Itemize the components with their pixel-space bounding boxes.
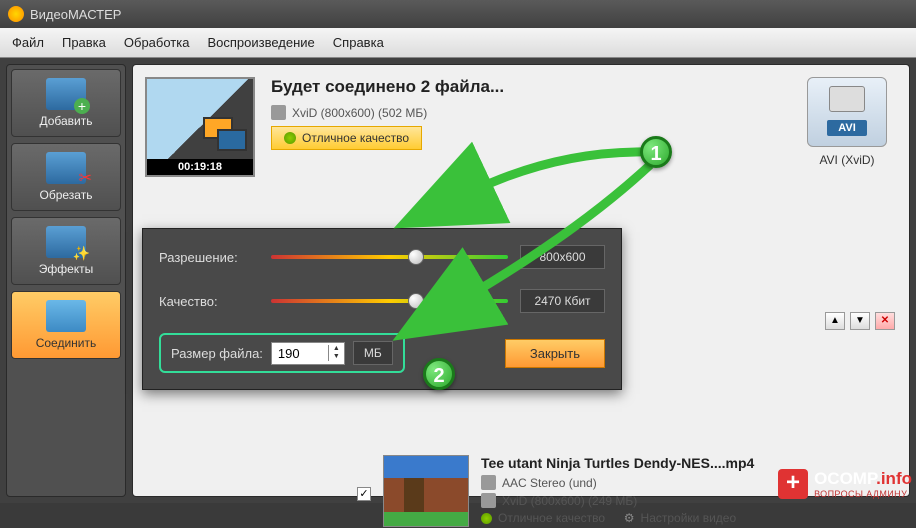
watermark: OCOMP.info ВОПРОСЫ АДМИНУ [778, 469, 912, 499]
video-info: XviD (800x600) (249 МБ) [502, 494, 637, 508]
slider-thumb[interactable] [408, 293, 424, 309]
filesize-spinner[interactable]: ▲ ▼ [271, 342, 345, 365]
settings-link[interactable]: Настройки видео [641, 511, 737, 525]
cursor-icon: ↖ [445, 308, 458, 328]
summary-title: Будет соединено 2 файла... [271, 77, 781, 97]
quality-text: Отличное качество [302, 131, 409, 145]
quality-slider[interactable] [271, 299, 508, 303]
annotation-marker-1: 1 [640, 136, 672, 168]
quality-dot-icon [284, 132, 296, 144]
combined-thumbnail[interactable]: 00:19:18 [145, 77, 255, 177]
resolution-label: Разрешение: [159, 250, 259, 265]
format-label: AVI (XviD) [797, 153, 897, 167]
effects-label: Эффекты [39, 262, 94, 276]
join-label: Соединить [36, 336, 97, 350]
app-logo-icon [8, 6, 24, 22]
menubar: Файл Правка Обработка Воспроизведение Сп… [0, 28, 916, 58]
move-up-button[interactable]: ▲ [825, 312, 845, 330]
watermark-brand: OCOMP [814, 469, 876, 488]
filesize-label: Размер файла: [171, 346, 263, 361]
resolution-value: 800x600 [520, 245, 605, 269]
sidebar: Добавить Обрезать Эффекты Соединить [6, 64, 126, 497]
titlebar: ВидеоМАСТЕР [0, 0, 916, 28]
move-down-button[interactable]: ▼ [850, 312, 870, 330]
watermark-tld: .info [876, 469, 912, 488]
quality-value: 2470 Кбит [520, 289, 605, 313]
row-controls: ▲ ▼ ✕ [825, 312, 895, 330]
spinner-up[interactable]: ▲ [329, 345, 344, 353]
output-format[interactable]: AVI AVI (XviD) [797, 77, 897, 177]
audio-icon [481, 475, 496, 490]
effects-button[interactable]: Эффекты [11, 217, 121, 285]
quality-text: Отличное качество [498, 511, 605, 525]
quality-panel: Разрешение: 800x600 Качество: 2470 Кбит … [142, 228, 622, 390]
codec-info: XviD (800x600) (502 МБ) [292, 106, 427, 120]
delete-button[interactable]: ✕ [875, 312, 895, 330]
duration-label: 00:19:18 [147, 159, 253, 175]
scissors-icon [46, 152, 86, 184]
wand-icon [46, 226, 86, 258]
film-icon [217, 129, 247, 151]
camera-icon [829, 86, 865, 112]
quality-badge[interactable]: Отличное качество [271, 126, 422, 150]
menu-help[interactable]: Справка [333, 35, 384, 50]
slider-thumb[interactable] [408, 249, 424, 265]
annotation-marker-2: 2 [423, 358, 455, 390]
file-title: Tee utant Ninja Turtles Dendy-NES....mp4 [481, 455, 754, 471]
join-button[interactable]: Соединить [11, 291, 121, 359]
video-thumbnail[interactable] [383, 455, 469, 527]
app-title: ВидеоМАСТЕР [30, 7, 121, 22]
row-checkbox[interactable]: ✓ [357, 487, 371, 501]
quality-label: Качество: [159, 294, 259, 309]
list-item: ✓ Tee utant Ninja Turtles Dendy-NES....m… [357, 455, 754, 528]
audio-info: AAC Stereo (und) [502, 476, 597, 490]
add-label: Добавить [39, 114, 92, 128]
filesize-group: Размер файла: ▲ ▼ МБ [159, 333, 405, 373]
summary-row: 00:19:18 Будет соединено 2 файла... XviD… [145, 77, 897, 177]
menu-file[interactable]: Файл [12, 35, 44, 50]
quality-dot-icon [481, 513, 492, 524]
watermark-icon [778, 469, 808, 499]
resolution-slider[interactable] [271, 255, 508, 259]
menu-process[interactable]: Обработка [124, 35, 190, 50]
format-tag: AVI [827, 120, 867, 136]
gear-icon: ⚙ [624, 511, 635, 525]
menu-edit[interactable]: Правка [62, 35, 106, 50]
add-icon [46, 78, 86, 110]
join-icon [46, 300, 86, 332]
spinner-down[interactable]: ▼ [329, 353, 344, 361]
video-icon [481, 493, 496, 508]
cut-label: Обрезать [40, 188, 93, 202]
menu-playback[interactable]: Воспроизведение [207, 35, 314, 50]
film-small-icon [271, 105, 286, 120]
filesize-input[interactable] [272, 343, 328, 364]
close-button[interactable]: Закрыть [505, 339, 605, 368]
add-button[interactable]: Добавить [11, 69, 121, 137]
watermark-tagline: ВОПРОСЫ АДМИНУ [814, 489, 912, 499]
cut-button[interactable]: Обрезать [11, 143, 121, 211]
filesize-unit[interactable]: МБ [353, 341, 393, 365]
